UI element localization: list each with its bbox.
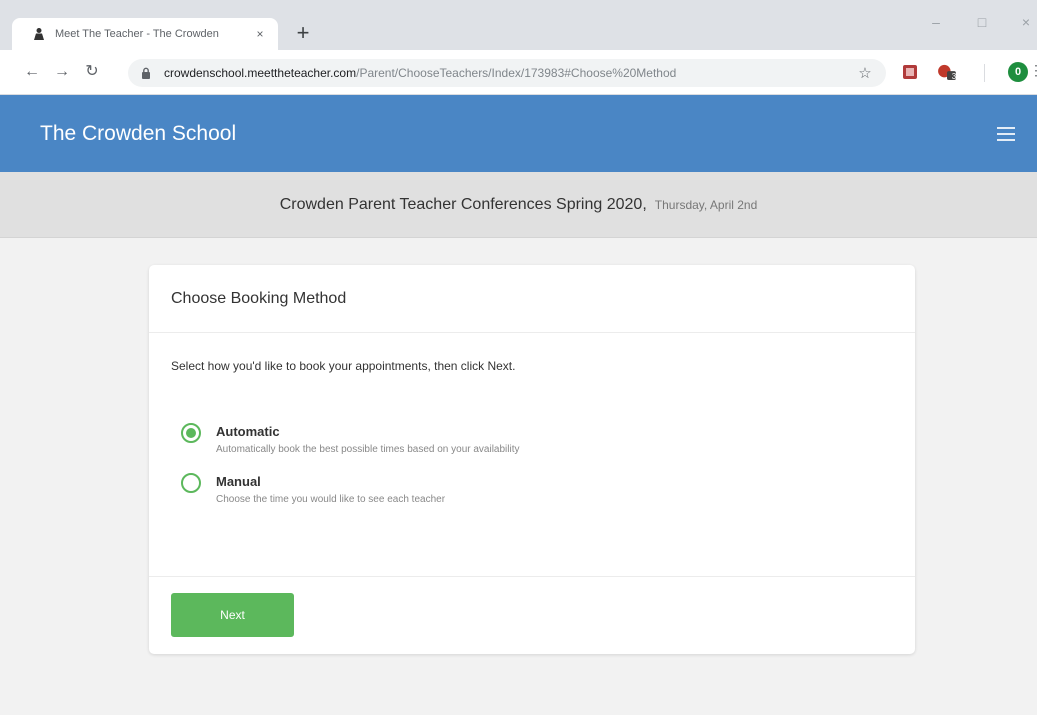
- option-description: Choose the time you would like to see ea…: [216, 494, 446, 505]
- card-header: Choose Booking Method: [149, 265, 915, 333]
- teacher-favicon-icon: [34, 28, 44, 40]
- event-bar: Crowden Parent Teacher Conferences Sprin…: [0, 172, 1037, 238]
- url-path: /Parent/ChooseTeachers/Index/173983#Choo…: [356, 66, 677, 80]
- tab-title: Meet The Teacher - The Crowden: [55, 28, 219, 40]
- browser-menu-icon[interactable]: ⋮: [1029, 62, 1037, 79]
- booking-method-card: Choose Booking Method Select how you'd l…: [149, 265, 915, 654]
- event-name: Crowden Parent Teacher Conferences Sprin…: [279, 195, 647, 213]
- extension-badge-count: 3: [951, 72, 957, 81]
- option-automatic[interactable]: Automatic Automatically book the best po…: [181, 423, 893, 455]
- address-bar[interactable]: crowdenschool.meettheteacher.com/Parent/…: [128, 59, 886, 87]
- booking-options: Automatic Automatically book the best po…: [171, 423, 893, 505]
- close-window-icon[interactable]: ×: [1016, 14, 1036, 30]
- toolbar-divider: [984, 64, 985, 82]
- radio-selected-dot: [186, 428, 196, 438]
- lock-icon: [142, 67, 150, 79]
- url-text: crowdenschool.meettheteacher.com/Parent/…: [164, 66, 856, 80]
- extension-icon[interactable]: [902, 64, 918, 80]
- card-title: Choose Booking Method: [171, 289, 347, 307]
- tab-close-icon[interactable]: ×: [252, 27, 268, 41]
- option-manual[interactable]: Manual Choose the time you would like to…: [181, 473, 893, 505]
- browser-tab-strip: Meet The Teacher - The Crowden × + – □ ×: [0, 0, 1037, 50]
- reload-icon[interactable]: ↻: [82, 62, 102, 82]
- site-header: The Crowden School: [0, 95, 1037, 172]
- option-description: Automatically book the best possible tim…: [216, 444, 520, 455]
- hamburger-menu-icon[interactable]: [997, 126, 1015, 141]
- url-host: crowdenschool.meettheteacher.com: [164, 66, 357, 80]
- site-title[interactable]: The Crowden School: [40, 122, 236, 146]
- instructions-text: Select how you'd like to book your appoi…: [171, 359, 516, 373]
- option-label: Automatic: [216, 424, 280, 439]
- card-footer: Next: [149, 577, 915, 653]
- back-arrow-icon[interactable]: ←: [22, 62, 42, 82]
- next-button[interactable]: Next: [171, 593, 294, 637]
- page-content: The Crowden School Crowden Parent Teache…: [0, 95, 1037, 715]
- maximize-window-icon[interactable]: □: [972, 14, 992, 30]
- automatic-radio[interactable]: [181, 423, 201, 443]
- profile-avatar[interactable]: 0: [1008, 62, 1028, 82]
- minimize-window-icon[interactable]: –: [926, 14, 946, 30]
- forward-arrow-icon[interactable]: →: [52, 62, 72, 82]
- browser-toolbar: ← → ↻ crowdenschool.meettheteacher.com/P…: [0, 50, 1037, 95]
- new-tab-button[interactable]: +: [292, 20, 314, 46]
- option-label: Manual: [216, 474, 261, 489]
- event-date: Thursday, April 2nd: [654, 197, 758, 212]
- card-body: Select how you'd like to book your appoi…: [149, 333, 915, 577]
- browser-tab[interactable]: Meet The Teacher - The Crowden ×: [12, 18, 278, 50]
- bookmark-star-icon[interactable]: ☆: [856, 64, 874, 82]
- manual-radio[interactable]: [181, 473, 201, 493]
